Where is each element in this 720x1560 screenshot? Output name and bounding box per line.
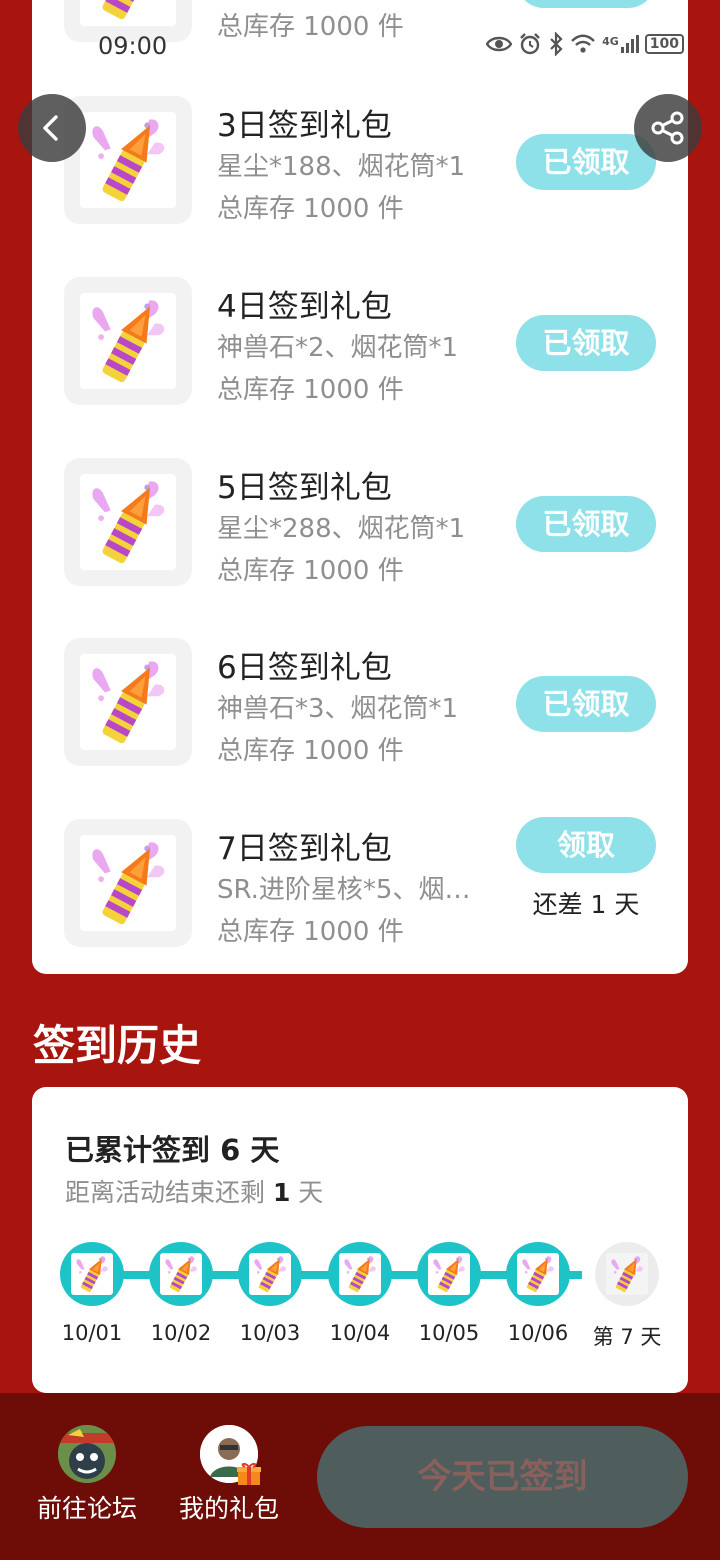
day-label: 10/04 bbox=[329, 1321, 391, 1345]
gift-row-day5: 5日签到礼包 星尘*288、烟花筒*1 总库存 1000 件 已领取 bbox=[32, 458, 688, 608]
status-time: 09:00 bbox=[98, 32, 168, 60]
battery-icon: 100 bbox=[644, 34, 684, 54]
day-node-6 bbox=[506, 1242, 570, 1306]
days-until-end: 距离活动结束还剩 1 天 bbox=[65, 1173, 323, 1209]
claim-button[interactable]: 领取 bbox=[516, 817, 656, 873]
firework-icon bbox=[160, 1253, 202, 1295]
status-icons: 4G 100 bbox=[486, 32, 684, 56]
gift-title: 7日签到礼包 bbox=[217, 831, 392, 867]
day-node-4 bbox=[328, 1242, 392, 1306]
day-label: 10/03 bbox=[239, 1321, 301, 1345]
claimed-button[interactable]: 已领取 bbox=[516, 676, 656, 732]
claimed-button[interactable]: 已领取 bbox=[516, 315, 656, 371]
claimed-button[interactable] bbox=[516, 0, 656, 8]
gift-thumbnail bbox=[64, 458, 192, 586]
gift-stock: 总库存 1000 件 bbox=[217, 194, 404, 224]
my-gifts-label: 我的礼包 bbox=[178, 1494, 279, 1523]
remain-days-value: 1 bbox=[272, 1178, 291, 1207]
gift-title: 5日签到礼包 bbox=[217, 470, 392, 506]
gift-stock: 总库存 1000 件 bbox=[217, 375, 404, 405]
forum-label: 前往论坛 bbox=[36, 1494, 137, 1523]
gift-stock: 总库存 1000 件 bbox=[217, 917, 404, 947]
chevron-left-icon bbox=[43, 115, 58, 141]
day-node-7 bbox=[595, 1242, 659, 1306]
total-checkin-days: 已累计签到 6 天 bbox=[65, 1127, 279, 1169]
remain-suffix: 天 bbox=[290, 1178, 324, 1207]
day-node-3 bbox=[238, 1242, 302, 1306]
day-label: 10/02 bbox=[150, 1321, 212, 1345]
day-node-5 bbox=[417, 1242, 481, 1306]
firework-icon bbox=[339, 1253, 381, 1295]
day-node-2 bbox=[149, 1242, 213, 1306]
gift-thumbnail bbox=[64, 277, 192, 405]
firework-icon bbox=[80, 654, 176, 750]
total-days-value: 6 bbox=[220, 1133, 241, 1167]
forum-link[interactable]: 前往论坛 bbox=[27, 1425, 147, 1525]
gift-desc: 神兽石*2、烟花筒*1 bbox=[217, 333, 459, 363]
day-node-1 bbox=[60, 1242, 124, 1306]
share-button[interactable] bbox=[634, 94, 702, 162]
firework-icon bbox=[428, 1253, 470, 1295]
my-gifts-link[interactable]: 我的礼包 bbox=[169, 1425, 289, 1525]
day-label: 10/06 bbox=[507, 1321, 569, 1345]
checked-in-today-button[interactable]: 今天已签到 bbox=[317, 1426, 688, 1528]
gift-stock: 总库存 1000 件 bbox=[217, 736, 404, 766]
day-label: 10/01 bbox=[61, 1321, 123, 1345]
remain-prefix: 距离活动结束还剩 bbox=[65, 1178, 273, 1207]
gift-stock: 总库存 1000 件 bbox=[217, 556, 404, 586]
avatar bbox=[200, 1425, 261, 1485]
gift-thumbnail bbox=[64, 638, 192, 766]
firework-icon bbox=[80, 0, 176, 26]
back-button[interactable] bbox=[18, 94, 86, 162]
bottom-action-bar: 前往论坛 我的礼包 今天已签到 bbox=[0, 1393, 720, 1560]
gift-desc: SR.进阶星核*5、烟… bbox=[217, 875, 471, 905]
firework-icon bbox=[80, 293, 176, 389]
checkin-history-card: 已累计签到 6 天 距离活动结束还剩 1 天 10/01 10/02 10/03… bbox=[32, 1087, 688, 1393]
total-prefix: 已累计签到 bbox=[65, 1133, 221, 1167]
gift-desc: 星尘*288、烟花筒*1 bbox=[217, 514, 466, 544]
gift-list-card: 总库存 1000 件 3日签到礼包 星尘*188、烟花筒*1 总库存 1000 … bbox=[32, 0, 688, 974]
gift-row-day3: 3日签到礼包 星尘*188、烟花筒*1 总库存 1000 件 已领取 bbox=[32, 96, 688, 246]
bluetooth-icon bbox=[550, 32, 563, 56]
days-remaining-hint: 还差 1 天 bbox=[532, 890, 640, 919]
wifi-icon bbox=[571, 34, 595, 53]
gift-desc: 星尘*188、烟花筒*1 bbox=[217, 152, 466, 182]
gift-stock: 总库存 1000 件 bbox=[217, 12, 404, 42]
firework-icon bbox=[80, 112, 176, 208]
network-type: 4G bbox=[602, 35, 619, 48]
share-icon bbox=[651, 111, 684, 145]
gift-box-icon bbox=[237, 1462, 261, 1485]
gift-thumbnail bbox=[64, 819, 192, 947]
claimed-button[interactable]: 已领取 bbox=[516, 496, 656, 552]
gift-row-day6: 6日签到礼包 神兽石*3、烟花筒*1 总库存 1000 件 已领取 bbox=[32, 638, 688, 788]
gift-title: 3日签到礼包 bbox=[217, 108, 392, 144]
firework-icon bbox=[80, 474, 176, 570]
firework-icon bbox=[71, 1253, 113, 1295]
day-label: 第 7 天 bbox=[592, 1325, 662, 1349]
gift-title: 6日签到礼包 bbox=[217, 650, 392, 686]
firework-icon bbox=[80, 835, 176, 931]
firework-icon bbox=[517, 1253, 559, 1295]
gift-row-day7: 7日签到礼包 SR.进阶星核*5、烟… 总库存 1000 件 领取 还差 1 天 bbox=[32, 817, 688, 969]
claimed-button[interactable]: 已领取 bbox=[516, 134, 656, 190]
cellular-signal-icon: 4G bbox=[602, 35, 639, 53]
alarm-icon bbox=[520, 33, 540, 55]
firework-icon bbox=[606, 1253, 648, 1295]
section-heading-history: 签到历史 bbox=[33, 1021, 202, 1070]
gift-row-day4: 4日签到礼包 神兽石*2、烟花筒*1 总库存 1000 件 已领取 bbox=[32, 277, 688, 427]
gift-title: 4日签到礼包 bbox=[217, 289, 392, 325]
day-label: 10/05 bbox=[418, 1321, 480, 1345]
total-suffix: 天 bbox=[240, 1133, 280, 1167]
forum-game-icon bbox=[58, 1425, 116, 1483]
gift-desc: 神兽石*3、烟花筒*1 bbox=[217, 694, 459, 724]
eye-icon bbox=[486, 36, 513, 52]
firework-icon bbox=[249, 1253, 291, 1295]
